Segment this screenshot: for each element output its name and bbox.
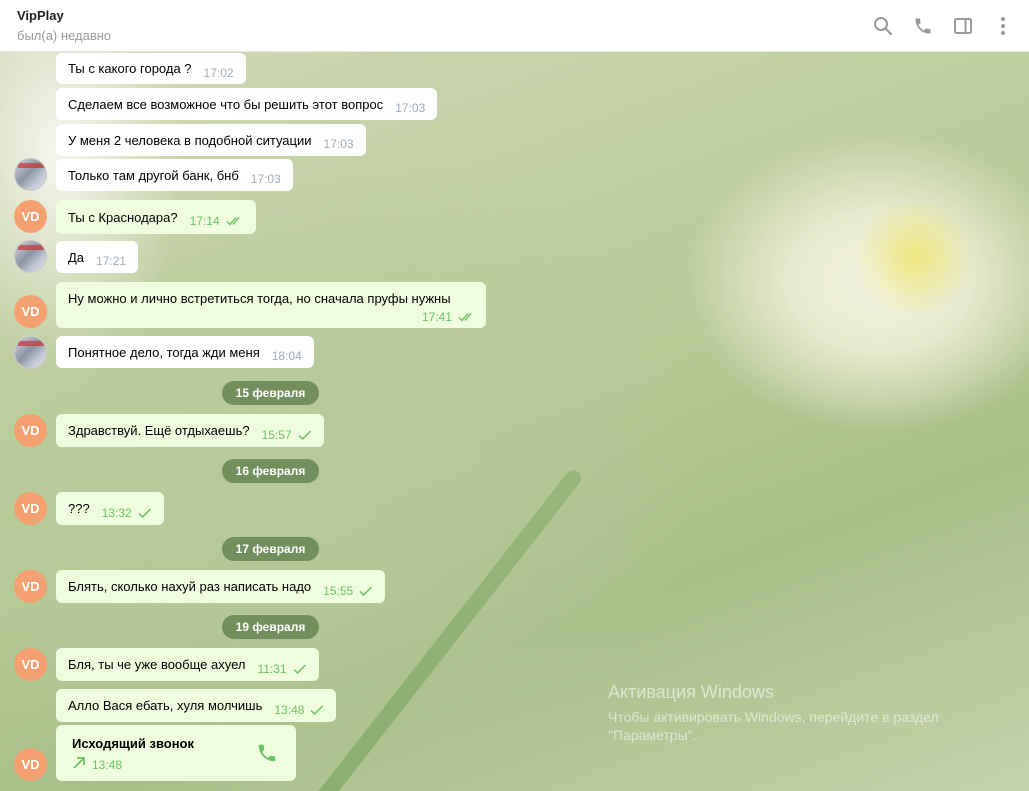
- check-icon: [138, 507, 152, 518]
- message-time: 17:14: [189, 214, 220, 228]
- call-title: Исходящий звонок: [72, 736, 195, 751]
- message-bubble[interactable]: Сделаем все возможное что бы решить этот…: [56, 88, 438, 120]
- message-time: 17:41: [421, 310, 452, 324]
- date-separator: 15 февраля: [222, 381, 319, 405]
- call-meta: 13:48: [72, 756, 122, 773]
- message-text: Только там другой банк, бнб: [68, 167, 239, 183]
- date-separator: 17 февраля: [222, 537, 319, 561]
- contact-avatar[interactable]: [14, 158, 47, 191]
- check-icon: [293, 663, 307, 674]
- avatar[interactable]: VD: [14, 492, 47, 525]
- date-separator: 16 февраля: [222, 459, 319, 483]
- message-text: Ты с Краснодара?: [68, 209, 178, 225]
- message-time: 18:04: [271, 349, 302, 363]
- call-back-phone-icon[interactable]: [256, 742, 278, 767]
- message-text: Ну можно и лично встретиться тогда, но с…: [68, 291, 451, 306]
- message-text: Бля, ты че уже вообще ахуел: [68, 657, 246, 672]
- check-icon: [298, 429, 312, 440]
- watermark-line: "Параметры".: [608, 727, 697, 743]
- message-time: 17:03: [395, 101, 426, 115]
- phone-icon[interactable]: [911, 14, 935, 38]
- watermark-line: Чтобы активировать Windows, перейдите в …: [608, 709, 939, 725]
- message-time: 15:55: [323, 583, 354, 598]
- message-bubble[interactable]: У меня 2 человека в подобной ситуации 17…: [56, 124, 366, 156]
- more-vertical-icon[interactable]: [991, 14, 1015, 38]
- message-text: Понятное дело, тогда жди меня: [68, 344, 260, 360]
- avatar[interactable]: VD: [14, 748, 47, 781]
- message-time: 17:02: [203, 65, 234, 80]
- wallpaper-stem: [313, 467, 585, 791]
- message-text: Здравствуй. Ещё отдыхаешь?: [68, 423, 250, 438]
- message-time: 15:57: [261, 427, 292, 442]
- message-text: Блять, сколько нахуй раз написать надо: [68, 579, 312, 594]
- message-list[interactable]: Ты с какого города ? 17:02 Сделаем все в…: [0, 52, 1029, 791]
- message-time: 11:31: [257, 661, 287, 676]
- check-icon: [359, 585, 373, 596]
- message-text: Ты с какого города ?: [68, 61, 192, 76]
- avatar[interactable]: VD: [14, 648, 47, 681]
- chat-header: VipPlay был(а) недавно: [0, 0, 1029, 52]
- message-bubble[interactable]: Ты с Краснодара? 17:14: [56, 200, 256, 234]
- sidebar-toggle-icon[interactable]: [951, 14, 975, 38]
- message-text: ???: [68, 501, 90, 516]
- message-bubble[interactable]: Ты с какого города ? 17:02: [56, 53, 246, 84]
- message-time: 17:21: [96, 254, 127, 268]
- message-time: 17:03: [323, 137, 354, 151]
- contact-avatar[interactable]: [14, 336, 47, 369]
- chat-status: был(а) недавно: [17, 28, 112, 43]
- message-time: 13:48: [274, 702, 305, 717]
- avatar[interactable]: VD: [14, 295, 47, 328]
- double-check-icon: [226, 216, 244, 226]
- call-time: 13:48: [92, 757, 123, 772]
- message-bubble[interactable]: Здравствуй. Ещё отдыхаешь? 15:57: [56, 414, 324, 447]
- message-text: Алло Вася ебать, хуля молчишь: [68, 698, 263, 713]
- watermark-title: Активация Windows: [608, 682, 774, 702]
- date-separator: 19 февраля: [222, 615, 319, 639]
- message-time: 17:03: [250, 172, 281, 186]
- header-actions: [871, 14, 1015, 38]
- message-bubble[interactable]: Понятное дело, тогда жди меня 18:04: [56, 336, 314, 368]
- message-bubble[interactable]: Блять, сколько нахуй раз написать надо 1…: [56, 570, 386, 603]
- avatar[interactable]: VD: [14, 414, 47, 447]
- check-icon: [310, 704, 324, 715]
- search-icon[interactable]: [871, 14, 895, 38]
- windows-activation-watermark: Активация Windows Чтобы активировать Win…: [608, 682, 939, 743]
- message-time: 13:32: [101, 505, 132, 520]
- double-check-icon: [458, 312, 476, 322]
- contact-avatar[interactable]: [14, 240, 47, 273]
- message-text: Сделаем все возможное что бы решить этот…: [68, 96, 384, 112]
- outgoing-call-message[interactable]: Исходящий звонок 13:48: [56, 725, 296, 781]
- message-text: Да: [68, 249, 85, 265]
- message-bubble[interactable]: ??? 13:32: [56, 492, 164, 525]
- outgoing-arrow-icon: [72, 756, 86, 773]
- chat-title[interactable]: VipPlay: [17, 8, 64, 23]
- message-bubble[interactable]: Бля, ты че уже вообще ахуел 11:31: [56, 648, 319, 681]
- message-bubble[interactable]: Да 17:21: [56, 241, 139, 273]
- message-bubble[interactable]: Ну можно и лично встретиться тогда, но с…: [56, 282, 486, 328]
- avatar[interactable]: VD: [14, 200, 47, 233]
- message-text: У меня 2 человека в подобной ситуации: [68, 132, 312, 148]
- message-bubble[interactable]: Алло Вася ебать, хуля молчишь 13:48: [56, 689, 337, 722]
- avatar[interactable]: VD: [14, 570, 47, 603]
- wallpaper-flower: [850, 202, 980, 312]
- message-bubble[interactable]: Только там другой банк, бнб 17:03: [56, 159, 293, 191]
